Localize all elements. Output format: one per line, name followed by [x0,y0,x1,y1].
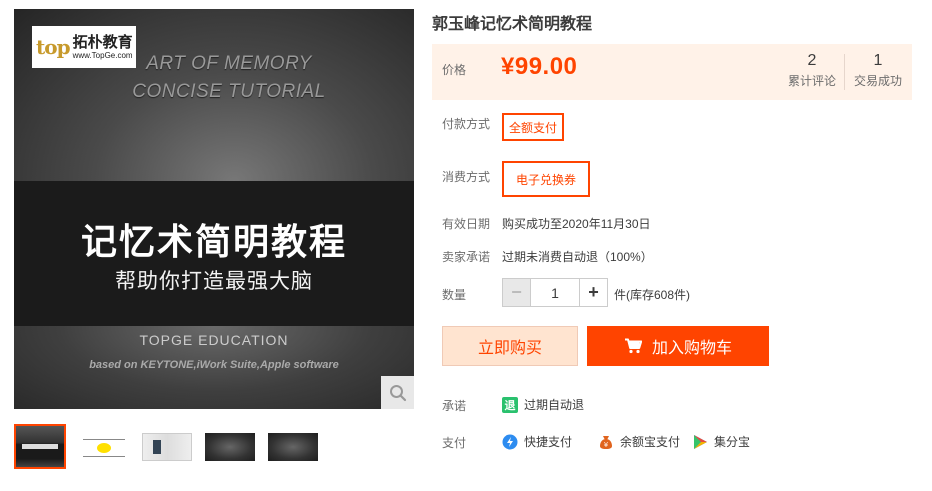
stock-info: 件(库存608件) [614,288,691,302]
review-count[interactable]: 2 累计评论 [782,51,842,89]
consume-option-voucher[interactable]: 电子兑换券 [502,161,590,197]
quantity-input[interactable]: 1 [531,278,579,307]
transaction-count[interactable]: 1 交易成功 [848,51,908,89]
review-count-number: 2 [807,52,817,69]
buy-now-button[interactable]: 立即购买 [442,326,578,366]
payment-yuebao[interactable]: ¥ 余额宝支付 [598,433,680,450]
review-count-label: 累计评论 [787,74,836,88]
thumbnail-1[interactable] [14,424,66,469]
quantity-label: 数量 [442,288,467,302]
consume-method-label: 消费方式 [442,170,491,184]
guarantee-label: 承诺 [442,399,467,413]
price-value: ¥99.00 [501,53,578,80]
add-to-cart-label: 加入购物车 [651,340,732,357]
refund-icon: 退 [502,396,518,413]
guarantee-item[interactable]: 退 过期自动退 [502,396,584,413]
add-to-cart-button[interactable]: 加入购物车 [587,326,769,366]
validity-label: 有效日期 [442,217,491,231]
brand-name: TOPGE EDUCATION [139,332,289,348]
payment-yuebao-label: 余额宝支付 [620,435,681,449]
payment-quick-label: 快捷支付 [524,435,573,449]
magnifier-icon [389,384,406,401]
chinese-title: 记忆术简明教程 [80,221,347,262]
logo-name: 拓朴教育 [72,33,133,51]
product-page: top 拓朴教育 www.TopGe.com ART OF MEMORY CON… [0,0,932,491]
thumbnail-strip [14,424,414,469]
cart-icon [624,338,642,354]
zoom-button[interactable] [381,376,414,409]
svg-text:¥: ¥ [604,441,609,449]
payment-jifenbao[interactable]: 集分宝 [692,433,750,450]
english-title-line1: ART OF MEMORY [146,53,312,74]
seller-promise-label: 卖家承诺 [442,250,491,264]
payment-services-label: 支付 [442,436,467,450]
logo-mark: top [36,35,71,59]
buy-now-label: 立即购买 [477,340,542,357]
price-panel: 价格 ¥99.00 2 累计评论 1 交易成功 [432,44,912,100]
validity-value: 购买成功至2020年11月30日 [502,217,651,231]
quantity-decrease-button[interactable]: − [502,278,531,307]
seller-promise-value: 过期未消费自动退（100%） [502,250,653,264]
thumbnail-3[interactable] [141,424,193,469]
stat-divider [844,54,845,90]
play-triangle-icon [692,434,708,450]
thumbnail-5[interactable] [267,424,319,469]
main-product-image[interactable]: top 拓朴教育 www.TopGe.com ART OF MEMORY CON… [14,9,414,409]
transaction-count-label: 交易成功 [853,74,902,88]
chinese-subtitle: 帮助你打造最强大脑 [115,270,313,293]
payment-option-full[interactable]: 全额支付 [502,113,564,141]
quantity-stepper: − 1 + [502,278,608,307]
thumbnail-4[interactable] [204,424,256,469]
money-bag-icon: ¥ [598,434,614,450]
transaction-count-number: 1 [873,52,883,69]
thumbnail-2[interactable] [78,424,130,469]
english-title-line2: CONCISE TUTORIAL [132,81,326,102]
price-label: 价格 [442,63,467,77]
payment-jifenbao-label: 集分宝 [714,435,751,449]
payment-quick[interactable]: 快捷支付 [502,433,572,450]
product-title: 郭玉峰记忆术简明教程 [432,16,593,33]
quantity-increase-button[interactable]: + [579,278,608,307]
payment-method-label: 付款方式 [442,117,491,131]
guarantee-value: 过期自动退 [524,398,585,412]
lightning-icon [502,434,518,450]
based-on-text: based on KEYTONE,iWork Suite,Apple softw… [89,359,339,371]
